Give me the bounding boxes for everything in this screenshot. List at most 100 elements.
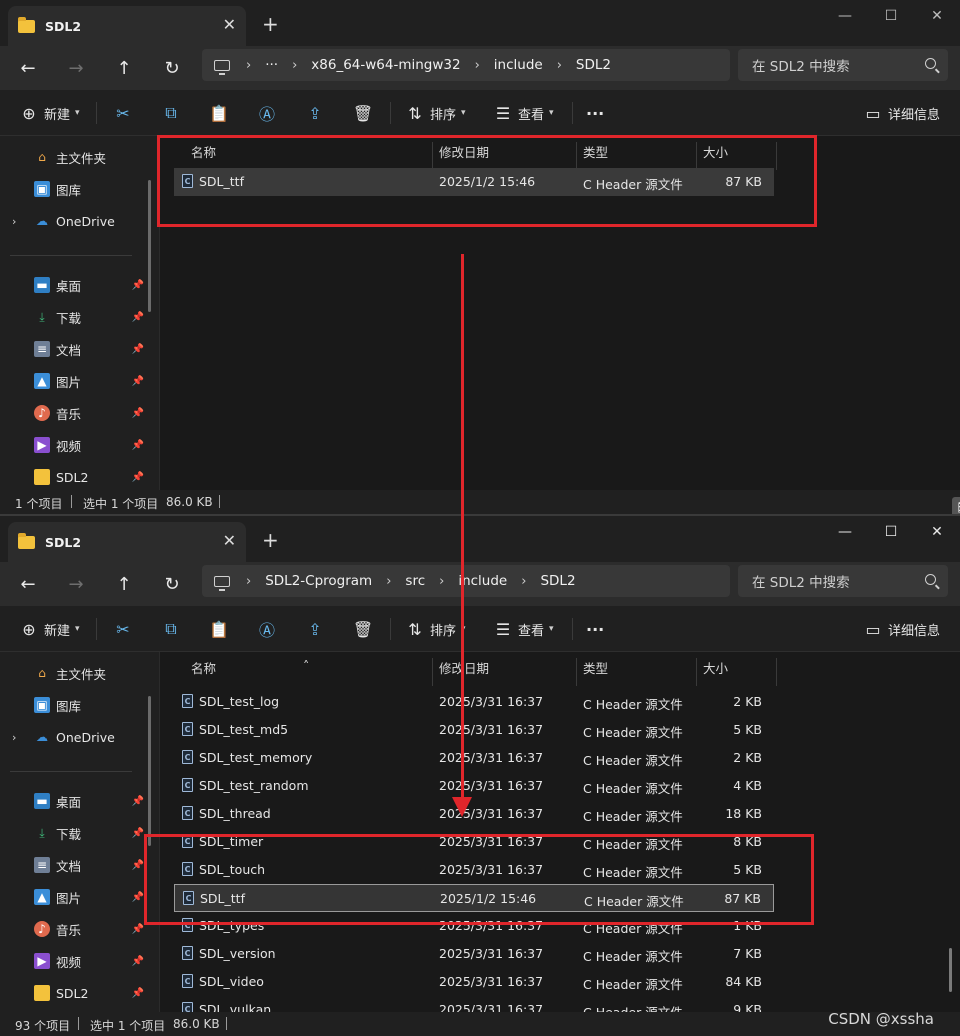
table-row[interactable]: C SDL_test_memory 2025/3/31 16:37 C Header …	[174, 744, 774, 772]
details-pane-button[interactable]: ▭ 详细信息	[862, 102, 940, 124]
pin-icon[interactable]: 📌	[132, 312, 144, 323]
sidebar-scrollbar[interactable]	[148, 180, 151, 312]
details-pane-button[interactable]: ▭ 详细信息	[862, 618, 940, 640]
sidebar-item-home[interactable]: ⌂ 主文件夹	[34, 662, 144, 684]
minimize-button[interactable]: —	[822, 516, 868, 548]
breadcrumb-item[interactable]: SDL2	[576, 57, 611, 73]
sidebar-item-sdl2[interactable]: SDL2 📌	[34, 466, 144, 488]
chevron-right-icon[interactable]: ›	[12, 731, 16, 744]
back-arrow-icon[interactable]: ←	[15, 55, 41, 81]
share-button[interactable]: ⇪	[304, 618, 326, 640]
copy-button[interactable]: ⧉	[160, 102, 182, 124]
tiles-view-icon[interactable]: ▣	[952, 497, 960, 514]
pin-icon[interactable]: 📌	[132, 860, 144, 871]
table-row[interactable]: C SDL_test_md5 2025/3/31 16:37 C Header 源文件…	[174, 716, 774, 744]
sidebar-item-gallery[interactable]: ▣ 图库	[34, 178, 144, 200]
pin-icon[interactable]: 📌	[132, 376, 144, 387]
pin-icon[interactable]: 📌	[132, 344, 144, 355]
copy-button[interactable]: ⧉	[160, 618, 182, 640]
sidebar-item-documents[interactable]: ≡ 文档 📌	[34, 854, 144, 876]
pin-icon[interactable]: 📌	[132, 956, 144, 967]
delete-button[interactable]: 🗑	[352, 102, 374, 124]
tab-sdl2[interactable]: SDL2 ✕	[8, 522, 246, 562]
column-type[interactable]: 类型	[583, 658, 608, 677]
breadcrumb-overflow[interactable]: ···	[265, 57, 278, 73]
sidebar-item-desktop[interactable]: ▬ 桌面 📌	[34, 274, 144, 296]
maximize-button[interactable]: ☐	[868, 516, 914, 548]
table-row[interactable]: C SDL_thread 2025/3/31 16:37 C Header 源文件 18…	[174, 800, 774, 828]
more-options-button[interactable]: ···	[586, 102, 604, 124]
sidebar-item-onedrive[interactable]: ☁ OneDrive	[34, 726, 144, 748]
view-button[interactable]: ☰ 查看 ▾	[492, 102, 554, 124]
rename-button[interactable]: Ⓐ	[256, 102, 278, 124]
column-divider[interactable]	[432, 658, 433, 686]
forward-arrow-icon[interactable]: →	[63, 571, 89, 597]
pin-icon[interactable]: 📌	[132, 408, 144, 419]
breadcrumb-item[interactable]: include	[494, 57, 543, 73]
sidebar-item-videos[interactable]: ▶ 视频 📌	[34, 434, 144, 456]
sidebar-item-music[interactable]: ♪ 音乐 📌	[34, 918, 144, 940]
pin-icon[interactable]: 📌	[132, 892, 144, 903]
table-row[interactable]: C SDL_version 2025/3/31 16:37 C Header 源文件 7…	[174, 940, 774, 968]
search-input[interactable]: 在 SDL2 中搜索	[738, 565, 948, 597]
address-input[interactable]: › SDL2-Cprogram › src › include › SDL2	[202, 565, 730, 597]
column-name[interactable]: 名称	[191, 658, 216, 677]
tab-sdl2[interactable]: SDL2 ✕	[8, 6, 246, 46]
cut-button[interactable]: ✂	[112, 618, 134, 640]
pin-icon[interactable]: 📌	[132, 796, 144, 807]
sidebar-item-desktop[interactable]: ▬ 桌面 📌	[34, 790, 144, 812]
sidebar-item-documents[interactable]: ≡ 文档 📌	[34, 338, 144, 360]
sort-button[interactable]: ⇅ 排序 ▾	[404, 618, 465, 640]
new-button[interactable]: ⊕ 新建 ▾	[18, 102, 79, 124]
rename-button[interactable]: Ⓐ	[256, 618, 278, 640]
share-button[interactable]: ⇪	[304, 102, 326, 124]
sidebar-item-downloads[interactable]: ⤓ 下载 📌	[34, 822, 144, 844]
refresh-icon[interactable]: ↻	[159, 55, 185, 81]
sidebar-item-onedrive[interactable]: ☁ OneDrive	[34, 210, 144, 232]
new-tab-button[interactable]: +	[262, 528, 279, 552]
close-window-button[interactable]: ✕	[914, 0, 960, 32]
breadcrumb-item[interactable]: src	[405, 573, 425, 589]
column-divider[interactable]	[576, 658, 577, 686]
minimize-button[interactable]: —	[822, 0, 868, 32]
cut-button[interactable]: ✂	[112, 102, 134, 124]
sidebar-item-pictures[interactable]: ▲ 图片 📌	[34, 886, 144, 908]
close-window-button[interactable]: ✕	[914, 516, 960, 548]
sidebar-item-pictures[interactable]: ▲ 图片 📌	[34, 370, 144, 392]
sidebar-scrollbar[interactable]	[148, 696, 151, 846]
pin-icon[interactable]: 📌	[132, 924, 144, 935]
breadcrumb-item[interactable]: SDL2	[540, 573, 575, 589]
table-row[interactable]: C SDL_video 2025/3/31 16:37 C Header 源文件 84 …	[174, 968, 774, 996]
chevron-right-icon[interactable]: ›	[12, 215, 16, 228]
paste-button[interactable]: 📋	[208, 618, 230, 640]
sidebar-item-music[interactable]: ♪ 音乐 📌	[34, 402, 144, 424]
breadcrumb-item[interactable]: x86_64-w64-mingw32	[311, 57, 460, 73]
pin-icon[interactable]: 📌	[132, 988, 144, 999]
sidebar-item-home[interactable]: ⌂ 主文件夹	[34, 146, 144, 168]
sidebar-item-sdl2[interactable]: SDL2 📌	[34, 982, 144, 1004]
sidebar-item-gallery[interactable]: ▣ 图库	[34, 694, 144, 716]
file-list-scrollbar[interactable]	[949, 948, 952, 992]
search-input[interactable]: 在 SDL2 中搜索	[738, 49, 948, 81]
table-row[interactable]: C SDL_test_log 2025/3/31 16:37 C Header 源文件…	[174, 688, 774, 716]
up-arrow-icon[interactable]: ↑	[111, 571, 137, 597]
more-options-button[interactable]: ···	[586, 618, 604, 640]
pin-icon[interactable]: 📌	[132, 828, 144, 839]
column-divider[interactable]	[696, 658, 697, 686]
table-row[interactable]: C SDL_test_random 2025/3/31 16:37 C Header …	[174, 772, 774, 800]
breadcrumb-item[interactable]: include	[458, 573, 507, 589]
column-divider[interactable]	[776, 658, 777, 686]
back-arrow-icon[interactable]: ←	[15, 571, 41, 597]
forward-arrow-icon[interactable]: →	[63, 55, 89, 81]
close-tab-icon[interactable]: ✕	[223, 531, 236, 550]
sidebar-item-videos[interactable]: ▶ 视频 📌	[34, 950, 144, 972]
breadcrumb-item[interactable]: SDL2-Cprogram	[265, 573, 372, 589]
pin-icon[interactable]: 📌	[132, 472, 144, 483]
pin-icon[interactable]: 📌	[132, 280, 144, 291]
column-size[interactable]: 大小	[703, 658, 728, 677]
view-button[interactable]: ☰ 查看 ▾	[492, 618, 554, 640]
close-tab-icon[interactable]: ✕	[223, 15, 236, 34]
up-arrow-icon[interactable]: ↑	[111, 55, 137, 81]
column-date[interactable]: 修改日期	[439, 658, 489, 677]
sidebar-item-downloads[interactable]: ⤓ 下载 📌	[34, 306, 144, 328]
